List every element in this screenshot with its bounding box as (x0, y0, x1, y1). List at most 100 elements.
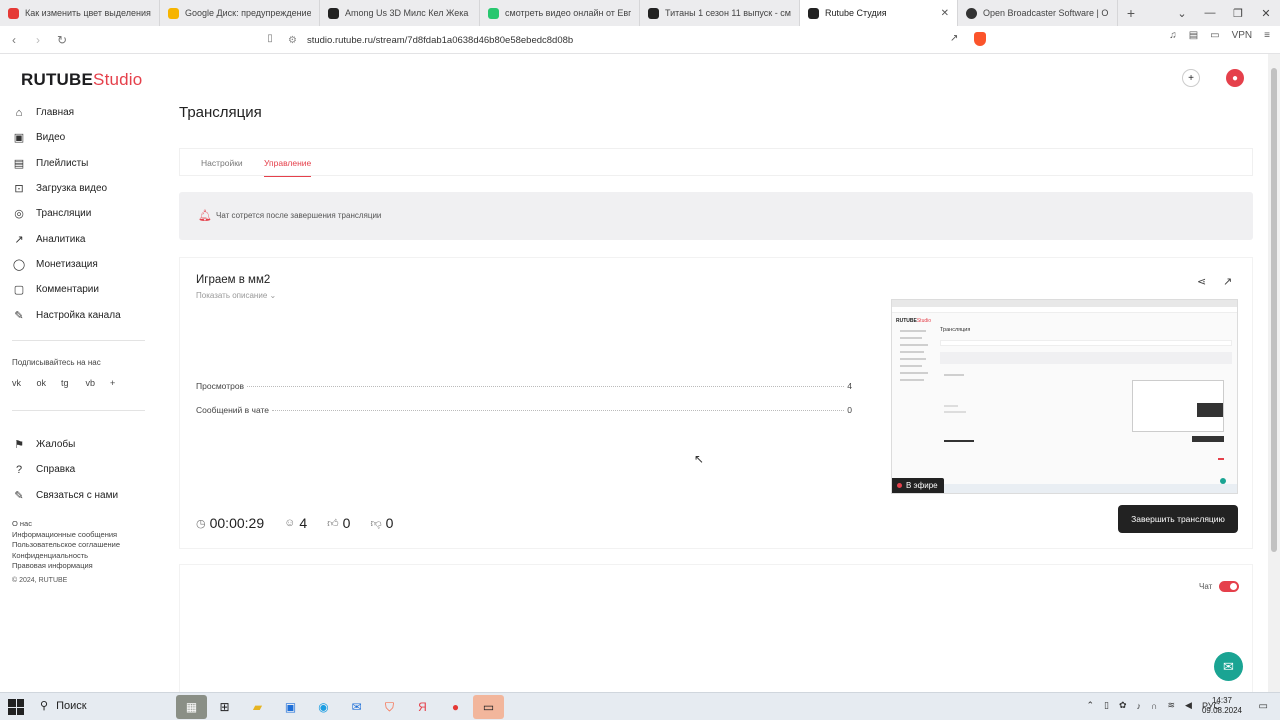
tray-app-icon[interactable]: ▯ (1104, 700, 1109, 711)
avatar[interactable]: ● (1226, 69, 1244, 87)
preview-line (900, 372, 928, 374)
preview-line (900, 330, 926, 332)
notifications-icon[interactable]: ▭ (1259, 701, 1268, 712)
mail-icon[interactable]: ✉ (341, 695, 372, 719)
sidebar-item-video[interactable]: ▣ Видео (12, 125, 152, 150)
sidebar-item-home[interactable]: ⌂ Главная (12, 100, 152, 125)
sidebar-divider (12, 340, 145, 341)
tab-close-icon[interactable]: ✕ (941, 8, 949, 19)
brave-shield-icon[interactable] (974, 32, 986, 46)
upload-icon: ⊡ (14, 183, 24, 196)
end-stream-button[interactable]: Завершить трансляцию (1118, 505, 1238, 533)
reload-icon[interactable]: ↻ (52, 33, 72, 47)
sidebar-item-channel-settings[interactable]: ✎ Настройка канала (12, 302, 152, 327)
page-scrollbar[interactable] (1268, 54, 1280, 692)
sidebar-item-playlists[interactable]: ▤ Плейлисты (12, 151, 152, 176)
forward-icon[interactable]: › (28, 33, 48, 47)
volume-icon[interactable]: ◀ (1185, 700, 1192, 711)
tray-chevron-icon[interactable]: ⌃ (1086, 700, 1094, 711)
open-external-icon[interactable]: ↗ (1223, 275, 1232, 288)
sidebar-item-complaints[interactable]: ⚑ Жалобы (12, 432, 152, 457)
back-icon[interactable]: ‹ (4, 33, 24, 47)
url-field[interactable]: ⚙ studio.rutube.ru/stream/7d8fdab1a0638d… (284, 29, 1030, 51)
share-icon[interactable]: ⋖ (1197, 275, 1206, 288)
bookmark-icon[interactable]: ▯ (260, 33, 280, 44)
yandex-icon[interactable]: Я (407, 695, 438, 719)
sidebar-item-contact[interactable]: ✎ Связаться с нами (12, 483, 152, 508)
taskbar-apps: ▦ ⊞ ▰ ▣ ◉ ✉ ⛉ Я ● ▭ (176, 695, 504, 719)
vk-icon[interactable]: vk (12, 378, 37, 388)
footer-link[interactable]: Правовая информация (12, 561, 120, 572)
new-tab-button[interactable]: + (1118, 0, 1144, 26)
share-page-icon[interactable]: ↗ (950, 33, 958, 44)
rutube-studio-logo[interactable]: RUTUBEStudio (21, 70, 142, 90)
show-description-link[interactable]: Показать описание ⌄ (196, 291, 276, 300)
taskbar-search[interactable]: ⚲ Поиск (40, 699, 87, 713)
maximize-icon[interactable]: ❐ (1224, 0, 1252, 26)
chat-toggle[interactable] (1219, 581, 1239, 592)
toggle-knob (1230, 583, 1237, 590)
taskbar-clock[interactable]: 14:37 09.08.2024 (1202, 696, 1242, 716)
preview-line (900, 344, 928, 346)
clock-date: 09.08.2024 (1201, 706, 1242, 715)
tab-settings[interactable]: Настройки (201, 158, 243, 168)
wallet-icon[interactable]: ▭ (1210, 30, 1219, 41)
browser-tab[interactable]: Google Диск: предупреждение о (160, 0, 320, 26)
sidebar-item-comments[interactable]: ▢ Комментарии (12, 277, 152, 302)
support-chat-button[interactable]: ✉ (1214, 652, 1243, 681)
close-window-icon[interactable]: ✕ (1252, 0, 1280, 26)
windows-start-icon[interactable] (8, 699, 24, 715)
scrollbar-thumb[interactable] (1271, 68, 1277, 552)
browser-tab[interactable]: Among Us 3D Милс Кел Жека @з (320, 0, 480, 26)
tab-list-icon[interactable]: ⌄ (1168, 0, 1196, 26)
site-info-icon[interactable]: ⚙ (288, 35, 297, 46)
sidebar-item-monetization[interactable]: ◯ Монетизация (12, 252, 152, 277)
obs-recording-icon[interactable]: ● (440, 695, 471, 719)
minimize-icon[interactable]: — (1196, 0, 1224, 26)
viber-icon[interactable]: vb (86, 378, 111, 388)
chat-notice: 🔔︎ Чат сотрется после завершения трансля… (179, 192, 1253, 240)
subscribe-label: Подписывайтесь на нас (12, 358, 101, 367)
browser-tab-active[interactable]: Rutube Студия ✕ (800, 0, 958, 26)
headphones-icon[interactable]: ∩ (1151, 701, 1157, 711)
sidebar-item-help[interactable]: ? Справка (12, 457, 152, 482)
more-socials-icon[interactable]: + (110, 378, 135, 388)
sidebar-item-upload[interactable]: ⊡ Загрузка видео (12, 176, 152, 201)
address-bar: ‹ › ↻ ▯ ⚙ studio.rutube.ru/stream/7d8fda… (0, 26, 1280, 54)
sidebar-item-broadcasts[interactable]: ◎ Трансляции (12, 201, 152, 226)
footer-link[interactable]: Пользовательское соглашение (12, 540, 120, 551)
task-view-icon[interactable]: ⊞ (209, 695, 240, 719)
browser-tab[interactable]: Как изменить цвет выделения в W (0, 0, 160, 26)
tray-app-icon[interactable]: ✿ (1119, 700, 1127, 711)
tab-management[interactable]: Управление (264, 158, 312, 177)
sidebar-item-analytics[interactable]: ↗ Аналитика (12, 226, 152, 251)
add-icon[interactable]: + (1182, 69, 1200, 87)
telegram-icon[interactable]: tg (61, 378, 86, 388)
preview-title: Трансляция (940, 327, 971, 333)
brave-icon[interactable]: ⛉ (374, 695, 405, 719)
thumbs-down-icon: 👎︎ (370, 517, 382, 530)
browser-tab[interactable]: Титаны 1 сезон 11 выпуск - смотр (640, 0, 800, 26)
preview-logo: RUTUBEStudio (896, 318, 932, 324)
footer-link[interactable]: Информационные сообщения (12, 530, 120, 541)
footer-link[interactable]: Конфиденциальность (12, 551, 120, 562)
menu-icon[interactable]: ≡ (1264, 30, 1270, 41)
browser-tab[interactable]: смотреть видео онлайн от Евгени (480, 0, 640, 26)
browser-tab[interactable]: Open Broadcaster Software | OBS (958, 0, 1118, 26)
stream-title: Играем в мм2 (196, 274, 271, 286)
store-icon[interactable]: ▣ (275, 695, 306, 719)
vpn-button[interactable]: VPN (1232, 30, 1253, 41)
preview-line (1218, 458, 1224, 460)
widgets-icon[interactable]: ▦ (176, 695, 207, 719)
ok-icon[interactable]: ok (37, 378, 62, 388)
stream-preview[interactable]: RUTUBEStudio Трансляция В эфире (891, 299, 1238, 494)
wifi-icon[interactable]: ≋ (1168, 700, 1176, 711)
footer-link[interactable]: О нас (12, 519, 120, 530)
duration-metric: ◷ 00:00:29 (196, 515, 265, 531)
app-window-icon[interactable]: ▭ (473, 695, 504, 719)
music-icon[interactable]: ♫ (1169, 30, 1177, 41)
sidebar-icon[interactable]: ▤ (1189, 30, 1198, 41)
edge-icon[interactable]: ◉ (308, 695, 339, 719)
microphone-icon[interactable]: ♪ (1137, 701, 1142, 711)
file-explorer-icon[interactable]: ▰ (242, 695, 273, 719)
